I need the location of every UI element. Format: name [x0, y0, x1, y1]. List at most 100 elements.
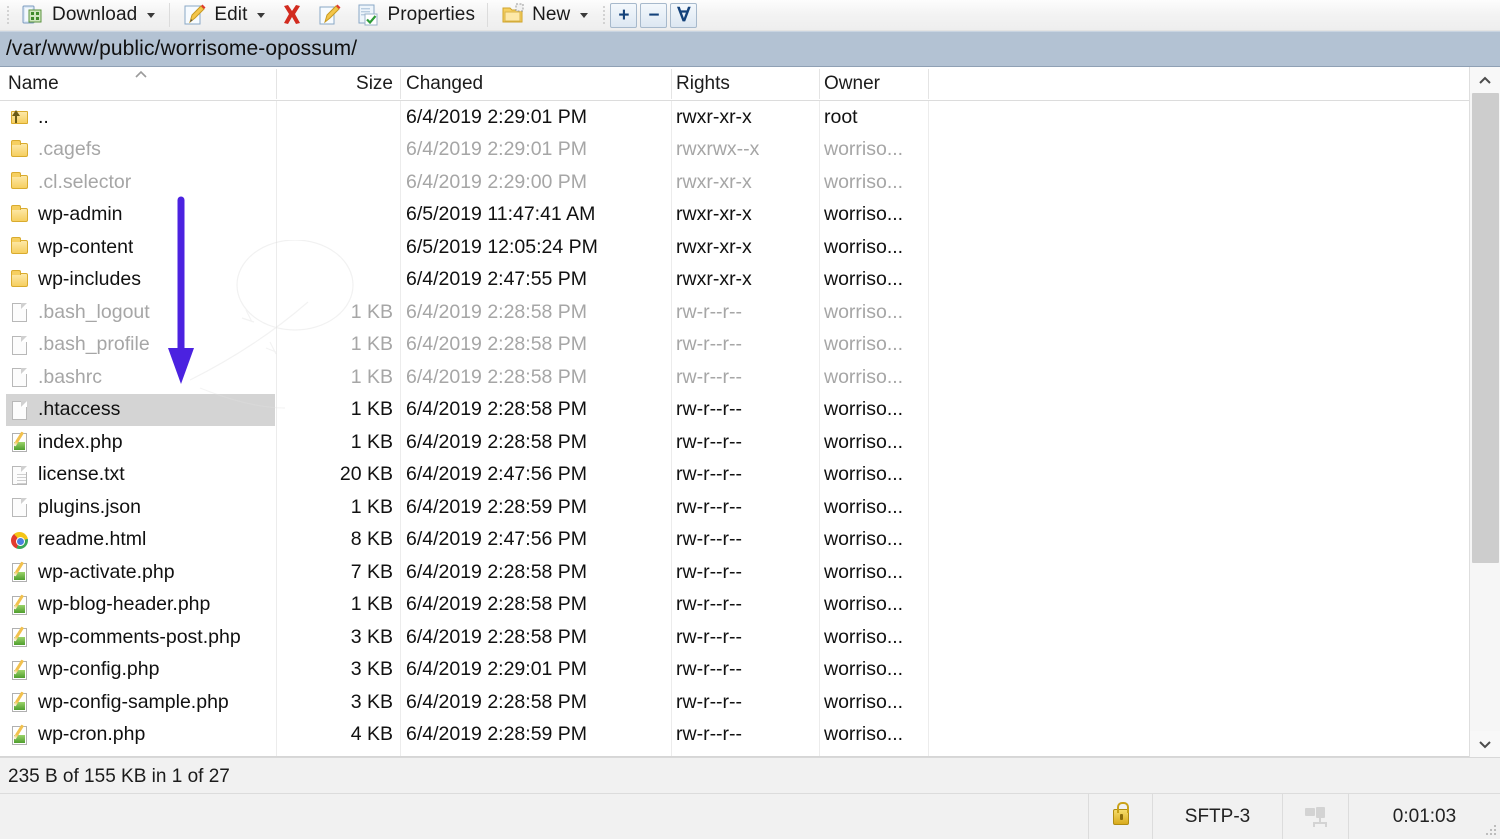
table-row[interactable]: plugins.json1 KB6/4/2019 2:28:59 PMrw-r-…	[0, 491, 1500, 524]
scroll-up-button[interactable]	[1470, 67, 1500, 93]
cell-changed: 6/4/2019 2:28:59 PM	[406, 491, 587, 524]
cell-name[interactable]: wp-activate.php	[6, 556, 275, 589]
column-header-size[interactable]: Size	[281, 67, 393, 100]
cell-name[interactable]: wp-cron.php	[6, 719, 275, 752]
table-row[interactable]: .bashrc1 KB6/4/2019 2:28:58 PMrw-r--r--w…	[0, 361, 1500, 394]
cell-name[interactable]: .cl.selector	[6, 166, 275, 199]
chevron-down-icon[interactable]	[257, 13, 265, 18]
cell-owner: worriso...	[824, 621, 903, 654]
header-divider[interactable]	[671, 69, 672, 99]
cell-name[interactable]: wp-config.php	[6, 654, 275, 687]
table-row[interactable]: wp-comments-post.php3 KB6/4/2019 2:28:58…	[0, 621, 1500, 654]
table-row[interactable]: .htaccess1 KB6/4/2019 2:28:58 PMrw-r--r-…	[0, 394, 1500, 427]
cell-owner: worriso...	[824, 524, 903, 557]
cell-name[interactable]: wp-comments-post.php	[6, 621, 275, 654]
status-bar: 235 B of 155 KB in 1 of 27 SFTP-3 0:01:0…	[0, 757, 1500, 839]
cell-name[interactable]: .bash_profile	[6, 329, 275, 362]
cell-name[interactable]: wp-admin	[6, 199, 275, 232]
cell-rights: rw-r--r--	[676, 426, 742, 459]
folder-icon	[10, 269, 30, 291]
toolbar-grip[interactable]	[3, 4, 12, 26]
download-button[interactable]: Download	[14, 1, 163, 29]
invert-selection-button[interactable]: ∀	[670, 3, 697, 28]
scroll-down-button[interactable]	[1470, 731, 1500, 757]
chevron-down-icon[interactable]	[147, 13, 155, 18]
selection-summary: 235 B of 155 KB in 1 of 27	[8, 766, 230, 788]
header-divider[interactable]	[400, 69, 401, 99]
table-row[interactable]: index.php1 KB6/4/2019 2:28:58 PMrw-r--r-…	[0, 426, 1500, 459]
cell-changed: 6/4/2019 2:28:58 PM	[406, 394, 587, 427]
cell-name[interactable]: readme.html	[6, 524, 275, 557]
table-row[interactable]: wp-cron.php4 KB6/4/2019 2:28:59 PMrw-r--…	[0, 719, 1500, 752]
cell-size: 3 KB	[281, 654, 393, 687]
table-row[interactable]: .bash_logout1 KB6/4/2019 2:28:58 PMrw-r-…	[0, 296, 1500, 329]
column-header-changed[interactable]: Changed	[406, 67, 483, 100]
php-file-icon	[10, 561, 30, 583]
cell-name[interactable]: .bashrc	[6, 361, 275, 394]
edit-button[interactable]: Edit	[176, 1, 273, 29]
toolbar-grip[interactable]	[599, 4, 608, 26]
rename-button[interactable]	[311, 1, 349, 29]
cell-owner: worriso...	[824, 231, 903, 264]
table-row[interactable]: wp-admin6/5/2019 11:47:41 AMrwxr-xr-xwor…	[0, 199, 1500, 232]
properties-button[interactable]: Properties	[349, 1, 481, 29]
delete-button[interactable]	[273, 1, 311, 29]
cell-owner: worriso...	[824, 296, 903, 329]
path-bar[interactable]: /var/www/public/worrisome-opossum/	[0, 31, 1500, 67]
cell-name[interactable]: wp-blog-header.php	[6, 589, 275, 622]
header-divider[interactable]	[819, 69, 820, 99]
scrollbar-thumb[interactable]	[1472, 93, 1499, 563]
window-resize-grip[interactable]	[1482, 821, 1496, 835]
table-row[interactable]: .cagefs6/4/2019 2:29:01 PMrwxrwx--xworri…	[0, 134, 1500, 167]
properties-button-label: Properties	[387, 4, 475, 26]
cell-rights: rw-r--r--	[676, 719, 742, 752]
status-network-cell[interactable]	[1282, 794, 1348, 839]
cell-name[interactable]: license.txt	[6, 459, 275, 492]
status-elapsed-cell[interactable]: 0:01:03	[1348, 794, 1500, 839]
table-row[interactable]: readme.html8 KB6/4/2019 2:47:56 PMrw-r--…	[0, 524, 1500, 557]
parent-folder-icon	[10, 106, 30, 128]
cell-name[interactable]: wp-includes	[6, 264, 275, 297]
table-row[interactable]: wp-config-sample.php3 KB6/4/2019 2:28:58…	[0, 686, 1500, 719]
cell-changed: 6/4/2019 2:29:01 PM	[406, 654, 587, 687]
invert-selection-label: ∀	[677, 6, 690, 25]
cell-owner: worriso...	[824, 556, 903, 589]
column-header-rights[interactable]: Rights	[676, 67, 730, 100]
header-divider[interactable]	[276, 69, 277, 99]
cell-size: 1 KB	[281, 589, 393, 622]
cell-name[interactable]: .cagefs	[6, 134, 275, 167]
select-plus-button[interactable]: +	[610, 3, 637, 28]
cell-name[interactable]: index.php	[6, 426, 275, 459]
cell-changed: 6/4/2019 2:28:58 PM	[406, 361, 587, 394]
new-folder-icon	[500, 2, 526, 28]
table-row[interactable]: wp-includes6/4/2019 2:47:55 PMrwxr-xr-xw…	[0, 264, 1500, 297]
cell-name[interactable]: ..	[6, 101, 275, 134]
table-row[interactable]: ..6/4/2019 2:29:01 PMrwxr-xr-xroot	[0, 101, 1500, 134]
table-row[interactable]: .cl.selector6/4/2019 2:29:00 PMrwxr-xr-x…	[0, 166, 1500, 199]
header-divider[interactable]	[928, 69, 929, 99]
new-button[interactable]: New	[494, 1, 596, 29]
select-minus-button[interactable]: −	[640, 3, 667, 28]
cell-name[interactable]: plugins.json	[6, 491, 275, 524]
table-row[interactable]: wp-activate.php7 KB6/4/2019 2:28:58 PMrw…	[0, 556, 1500, 589]
status-protocol-cell[interactable]: SFTP-3	[1152, 794, 1282, 839]
file-name-label: wp-config.php	[38, 658, 159, 681]
column-header-owner[interactable]: Owner	[824, 67, 880, 100]
table-row[interactable]: wp-blog-header.php1 KB6/4/2019 2:28:58 P…	[0, 589, 1500, 622]
cell-name[interactable]: wp-content	[6, 231, 275, 264]
status-lock-cell[interactable]	[1088, 794, 1152, 839]
status-protocol-label: SFTP-3	[1185, 806, 1250, 828]
vertical-scrollbar[interactable]	[1469, 67, 1500, 757]
cell-rights: rw-r--r--	[676, 524, 742, 557]
table-row[interactable]: license.txt20 KB6/4/2019 2:47:56 PMrw-r-…	[0, 459, 1500, 492]
cell-name[interactable]: wp-config-sample.php	[6, 686, 275, 719]
table-row[interactable]: wp-content6/5/2019 12:05:24 PMrwxr-xr-xw…	[0, 231, 1500, 264]
chevron-down-icon[interactable]	[580, 13, 588, 18]
table-row[interactable]: wp-config.php3 KB6/4/2019 2:29:01 PMrw-r…	[0, 654, 1500, 687]
cell-name[interactable]: .htaccess	[6, 394, 275, 427]
cell-name[interactable]: .bash_logout	[6, 296, 275, 329]
column-header-name[interactable]: Name	[8, 67, 59, 100]
cell-rights: rw-r--r--	[676, 686, 742, 719]
toolbar: Download Edit	[0, 0, 1500, 31]
table-row[interactable]: .bash_profile1 KB6/4/2019 2:28:58 PMrw-r…	[0, 329, 1500, 362]
